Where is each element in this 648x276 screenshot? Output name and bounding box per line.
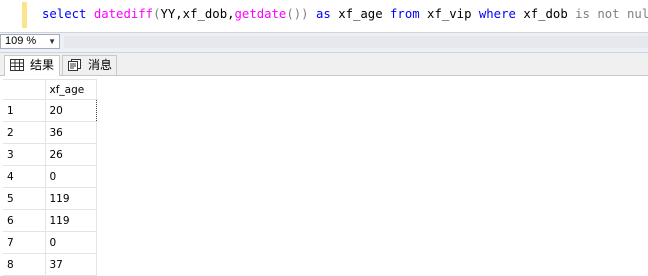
tab-results[interactable]: 结果 xyxy=(4,55,60,76)
cell-xf-age[interactable]: 37 xyxy=(44,253,97,276)
zoom-dropdown[interactable]: 109 % ▼ xyxy=(0,34,60,49)
cell-xf-age[interactable]: 0 xyxy=(44,231,97,254)
results-grid: xf_age 1 20 2 36 3 26 4 0 5 119 6 119 7 … xyxy=(0,76,648,276)
cell-xf-age[interactable]: 0 xyxy=(44,165,97,188)
editor-status-strip: 109 % ▼ xyxy=(0,32,648,53)
results-table: xf_age 1 20 2 36 3 26 4 0 5 119 6 119 7 … xyxy=(3,79,97,276)
cell-xf-age[interactable]: 20 xyxy=(44,99,97,122)
header-row: xf_age xyxy=(3,79,97,100)
column-name: xf_dob xyxy=(523,7,568,21)
close-parens: ()) xyxy=(286,7,309,21)
table-row: 3 26 xyxy=(3,143,97,166)
table-row: 6 119 xyxy=(3,209,97,232)
sql-code-line[interactable]: select datediff(YY,xf_dob,getdate()) as … xyxy=(42,6,648,22)
tab-messages[interactable]: 消息 xyxy=(62,55,117,75)
query-editor[interactable]: select datediff(YY,xf_dob,getdate()) as … xyxy=(0,0,648,32)
alias-name: xf_age xyxy=(338,7,383,21)
row-number[interactable]: 3 xyxy=(3,143,46,166)
cell-xf-age[interactable]: 119 xyxy=(44,187,97,210)
table-name: xf_vip xyxy=(427,7,472,21)
table-row: 8 37 xyxy=(3,253,97,276)
column-header-xf-age[interactable]: xf_age xyxy=(44,79,97,100)
table-row: 2 36 xyxy=(3,121,97,144)
row-number[interactable]: 8 xyxy=(3,253,46,276)
row-number[interactable]: 6 xyxy=(3,209,46,232)
table-row: 5 119 xyxy=(3,187,97,210)
function-datediff: datediff xyxy=(93,7,154,21)
table-row: 1 20 xyxy=(3,99,97,122)
row-number[interactable]: 7 xyxy=(3,231,46,254)
row-number[interactable]: 1 xyxy=(3,99,46,122)
row-number[interactable]: 5 xyxy=(3,187,46,210)
datediff-args: YY,xf_dob, xyxy=(160,7,235,21)
messages-icon xyxy=(68,59,81,71)
cell-xf-age[interactable]: 26 xyxy=(44,143,97,166)
function-getdate: getdate xyxy=(234,7,287,21)
keyword-select: select xyxy=(42,7,87,21)
zoom-value: 109 % xyxy=(5,35,37,47)
row-number[interactable]: 4 xyxy=(3,165,46,188)
cell-xf-age[interactable]: 36 xyxy=(44,121,97,144)
is-not-null: is not null xyxy=(575,7,648,21)
keyword-as: as xyxy=(315,7,331,21)
table-row: 4 0 xyxy=(3,165,97,188)
cell-xf-age[interactable]: 119 xyxy=(44,209,97,232)
row-number-header[interactable] xyxy=(3,79,46,100)
results-tabbar: 结果 消息 xyxy=(0,53,648,76)
tab-results-label: 结果 xyxy=(30,58,55,72)
row-number[interactable]: 2 xyxy=(3,121,46,144)
change-marker xyxy=(22,2,27,28)
horizontal-scrollbar[interactable] xyxy=(64,36,648,48)
keyword-where: where xyxy=(478,7,516,21)
tab-messages-label: 消息 xyxy=(88,58,113,72)
grid-icon xyxy=(10,59,24,71)
keyword-from: from xyxy=(390,7,420,21)
chevron-down-icon: ▼ xyxy=(48,37,56,46)
table-row: 7 0 xyxy=(3,231,97,254)
